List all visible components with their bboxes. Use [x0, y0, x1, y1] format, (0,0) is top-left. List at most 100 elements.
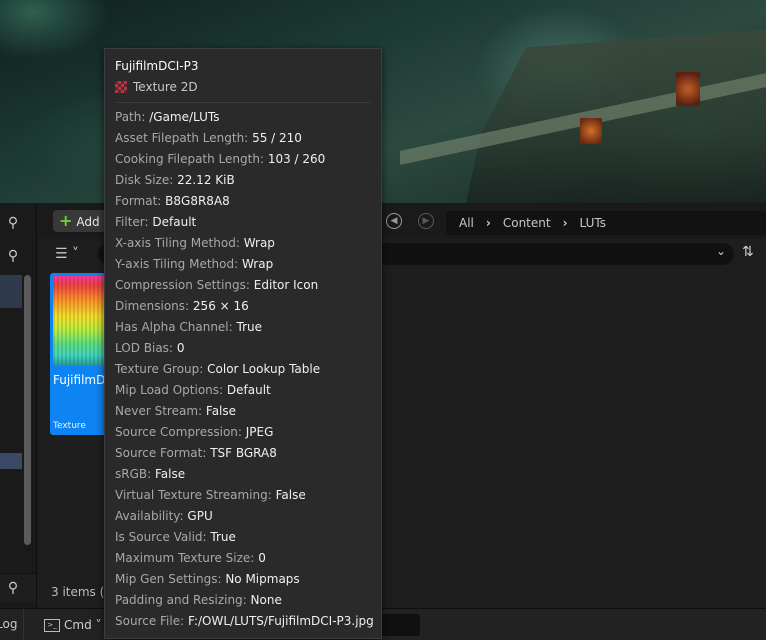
property-key: Padding and Resizing:: [115, 593, 247, 607]
cmd-label: Cmd: [64, 618, 92, 632]
property-value: No Mipmaps: [225, 572, 300, 586]
back-arrow-icon[interactable]: ◀: [386, 213, 402, 229]
property-key: Disk Size:: [115, 173, 174, 187]
breadcrumb-item[interactable]: LUTs: [580, 216, 606, 230]
sources-panel: ⚲ ⚲ ⚲: [0, 203, 37, 608]
property-key: Path:: [115, 110, 146, 124]
tooltip-row: Disk Size: 22.12 KiB: [115, 170, 381, 191]
lit-window: [580, 118, 602, 144]
tooltip-row: Padding and Resizing: None: [115, 590, 381, 611]
property-key: Dimensions:: [115, 299, 190, 313]
property-key: Never Stream:: [115, 404, 203, 418]
property-key: Source Compression:: [115, 425, 242, 439]
property-key: X-axis Tiling Method:: [115, 236, 240, 250]
property-value: None: [250, 593, 282, 607]
output-log-tab[interactable]: Log: [0, 609, 25, 640]
property-value: False: [205, 404, 237, 418]
cmd-dropdown[interactable]: >_ Cmd ˅: [44, 615, 102, 635]
property-value: 55 / 210: [252, 131, 302, 145]
tooltip-row: Source Format: TSF BGRA8: [115, 443, 381, 464]
property-key: LOD Bias:: [115, 341, 173, 355]
property-key: Texture Group:: [115, 362, 204, 376]
property-value: /Game/LUTs: [149, 110, 220, 124]
property-key: Cooking Filepath Length:: [115, 152, 264, 166]
property-value: B8G8R8A8: [165, 194, 230, 208]
texture-icon: [115, 81, 127, 93]
property-value: Default: [152, 215, 197, 229]
tooltip-row: Virtual Texture Streaming: False: [115, 485, 381, 506]
tooltip-row: Texture Group: Color Lookup Table: [115, 359, 381, 380]
search-icon[interactable]: ⚲: [2, 245, 24, 267]
property-value: 103 / 260: [267, 152, 326, 166]
tooltip-row: Never Stream: False: [115, 401, 381, 422]
property-value: True: [210, 530, 236, 544]
property-value: 22.12 KiB: [177, 173, 235, 187]
property-key: sRGB:: [115, 467, 152, 481]
tooltip-row: Asset Filepath Length: 55 / 210: [115, 128, 381, 149]
tooltip-row: Y-axis Tiling Method: Wrap: [115, 254, 381, 275]
tooltip-row: Compression Settings: Editor Icon: [115, 275, 381, 296]
tooltip-row: Source Compression: JPEG: [115, 422, 381, 443]
property-key: Availability:: [115, 509, 184, 523]
scrollbar[interactable]: [24, 275, 31, 545]
property-value: Wrap: [243, 236, 275, 250]
breadcrumb-item[interactable]: All: [459, 216, 474, 230]
asset-type-label: Texture: [53, 421, 86, 431]
property-key: Maximum Texture Size:: [115, 551, 255, 565]
sort-icon[interactable]: ⇅: [742, 244, 754, 260]
folder-tree-item-selected[interactable]: [0, 453, 22, 469]
tooltip-row: Has Alpha Channel: True: [115, 317, 381, 338]
divider: [115, 102, 371, 103]
property-key: Filter:: [115, 215, 149, 229]
tooltip-row: Path: /Game/LUTs: [115, 107, 381, 128]
breadcrumb-item[interactable]: Content: [503, 216, 551, 230]
filter-icon[interactable]: ☰ ˅: [55, 243, 89, 265]
plus-icon: +: [59, 211, 73, 230]
tooltip-row: sRGB: False: [115, 464, 381, 485]
property-value: Default: [226, 383, 271, 397]
tooltip-row: LOD Bias: 0: [115, 338, 381, 359]
property-key: Mip Load Options:: [115, 383, 224, 397]
property-key: Source File:: [115, 614, 185, 628]
property-value: False: [275, 488, 306, 502]
tooltip-title: FujifilmDCI-P3: [115, 59, 199, 73]
property-key: Mip Gen Settings:: [115, 572, 222, 586]
property-value: False: [155, 467, 186, 481]
property-value: Color Lookup Table: [207, 362, 321, 376]
collections-search[interactable]: ⚲: [0, 573, 36, 602]
tooltip-properties: Path: /Game/LUTs Asset Filepath Length: 5…: [115, 107, 381, 632]
property-value: TSF BGRA8: [210, 446, 277, 460]
property-key: Y-axis Tiling Method:: [115, 257, 239, 271]
tooltip-row: X-axis Tiling Method: Wrap: [115, 233, 381, 254]
tooltip-row: Format: B8G8R8A8: [115, 191, 381, 212]
property-key: Is Source Valid:: [115, 530, 207, 544]
tooltip-row: Dimensions: 256 × 16: [115, 296, 381, 317]
property-value: GPU: [187, 509, 213, 523]
breadcrumb: All › Content › LUTs: [446, 211, 766, 235]
property-key: Format:: [115, 194, 162, 208]
chevron-right-icon[interactable]: ›: [486, 211, 491, 235]
chevron-down-icon: ˅: [95, 618, 102, 632]
forward-arrow-icon[interactable]: ▶: [418, 213, 434, 229]
search-icon[interactable]: ⚲: [2, 577, 24, 599]
property-value: Editor Icon: [253, 278, 319, 292]
folder-tree-item[interactable]: [0, 275, 22, 308]
lit-window: [676, 72, 700, 106]
console-input[interactable]: [380, 614, 420, 636]
tooltip-row: Source File: F:/OWL/LUTS/FujifilmDCI-P3.…: [115, 611, 381, 632]
property-value: F:/OWL/LUTS/FujifilmDCI-P3.jpg: [187, 614, 374, 628]
tooltip-row: Mip Gen Settings: No Mipmaps: [115, 569, 381, 590]
terminal-icon: >_: [44, 619, 60, 632]
property-value: 0: [258, 551, 266, 565]
property-key: Compression Settings:: [115, 278, 250, 292]
foliage-decoration: [0, 0, 110, 60]
chevron-right-icon[interactable]: ›: [563, 211, 568, 235]
tooltip-row: Availability: GPU: [115, 506, 381, 527]
asset-thumbnail: [53, 276, 109, 366]
search-icon[interactable]: ⚲: [2, 212, 24, 234]
property-value: JPEG: [245, 425, 274, 439]
property-value: True: [236, 320, 263, 334]
chevron-down-icon[interactable]: ⌄: [716, 244, 726, 258]
tooltip-row: Filter: Default: [115, 212, 381, 233]
tooltip-row: Maximum Texture Size: 0: [115, 548, 381, 569]
